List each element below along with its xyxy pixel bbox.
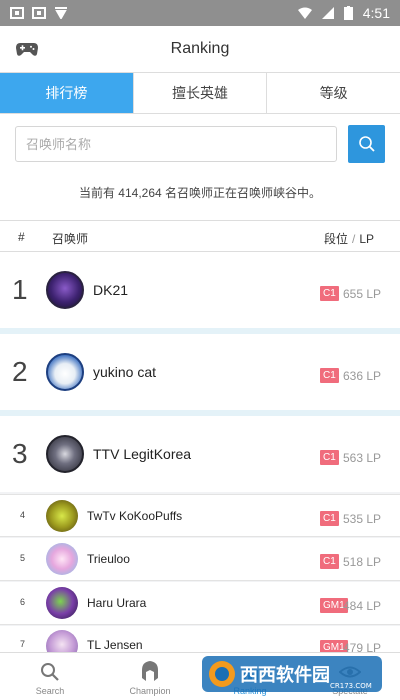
lp-value: 518 LP [343, 555, 382, 569]
search-button[interactable] [348, 125, 385, 163]
app-bar: Ranking [0, 26, 400, 72]
avatar [46, 587, 78, 619]
header-lp: LP [359, 232, 374, 246]
header-rank: # [18, 230, 25, 244]
summoner-name: TL Jensen [87, 638, 143, 652]
rank-number: 2 [12, 356, 28, 387]
ranking-row-1[interactable]: 1 DK21 C1 655 LP [0, 252, 400, 328]
lp-value: 636 LP [343, 369, 382, 383]
champion-helmet-icon [142, 661, 158, 681]
summoner-search-input[interactable] [15, 126, 337, 162]
signal-icon [321, 7, 334, 19]
rank-number: 6 [20, 597, 26, 607]
notification-icon-2 [32, 7, 46, 19]
tab-champion-specialists[interactable]: 擅长英雄 [134, 73, 268, 113]
ranking-row-4[interactable]: 4 TwTv KoKooPuffs C1 535 LP [0, 494, 400, 537]
tier-badge: C1 [320, 554, 339, 569]
avatar [46, 353, 84, 391]
summoner-name: TTV LegitKorea [93, 446, 192, 462]
header-tier: 段位 [323, 232, 348, 246]
ranking-table-header: # 召唤师 段位 / LP [0, 220, 400, 252]
avatar [46, 435, 84, 473]
notification-icon-1 [10, 7, 24, 19]
tier-badge: C1 [320, 286, 339, 301]
rank-number: 7 [20, 639, 26, 649]
nav-champion-label: Champion [129, 686, 171, 696]
tab-level[interactable]: 等级 [267, 73, 400, 113]
summoner-name: Haru Urara [87, 596, 147, 610]
rank-number: 1 [12, 274, 28, 305]
player-count-summary: 当前有 414,264 名召唤师正在召唤师峡谷中。 [78, 186, 322, 200]
status-bar: 4:51 [0, 0, 400, 26]
rank-number: 5 [20, 553, 26, 563]
watermark-subtext: CR173.COM [330, 682, 372, 690]
nav-search[interactable]: Search [0, 653, 100, 700]
ranking-row-3[interactable]: 3 TTV LegitKorea C1 563 LP [0, 416, 400, 492]
lp-value: 484 LP [343, 599, 382, 613]
status-notification-icons [10, 7, 68, 19]
watermark-text: 西西软件园 [240, 664, 330, 686]
summoner-name: TwTv KoKooPuffs [87, 509, 183, 523]
search-icon [358, 136, 375, 152]
summoner-name: yukino cat [93, 364, 157, 380]
lp-value: 479 LP [343, 641, 382, 652]
page-title: Ranking [170, 40, 230, 57]
avatar [46, 630, 78, 652]
rank-number: 4 [20, 510, 26, 520]
tier-badge: C1 [320, 368, 339, 383]
lp-value: 655 LP [343, 287, 382, 301]
ranking-row-6[interactable]: 6 Haru Urara GM1 484 LP [0, 582, 400, 625]
tier-badge: C1 [320, 450, 339, 465]
wifi-icon [297, 7, 312, 19]
summoner-name: Trieuloo [87, 552, 130, 566]
nav-champion[interactable]: Champion [100, 653, 200, 700]
search-icon [41, 663, 59, 681]
header-tier-lp: 段位 / LP [323, 232, 374, 246]
ranking-list: 1 DK21 C1 655 LP 2 yukino cat C1 636 LP … [0, 252, 400, 652]
summoner-name: DK21 [93, 282, 129, 298]
battery-icon [343, 6, 353, 20]
ranking-row-7[interactable]: 7 TL Jensen GM1 479 LP [0, 626, 400, 652]
tab-bar: 排行榜 擅长英雄 等级 [0, 72, 400, 114]
header-summoner: 召唤师 [52, 232, 89, 246]
lp-value: 535 LP [343, 512, 382, 526]
site-watermark-logo: 西西软件园 CR173.COM [202, 656, 382, 692]
status-time: 4:51 [362, 5, 390, 21]
ranking-row-5[interactable]: 5 Trieuloo C1 518 LP [0, 538, 400, 581]
avatar [46, 543, 78, 575]
lp-value: 563 LP [343, 451, 382, 465]
tier-badge: C1 [320, 511, 339, 526]
nav-search-label: Search [35, 686, 65, 696]
tab-leaderboard[interactable]: 排行榜 [0, 73, 134, 113]
avatar [46, 500, 78, 532]
rank-number: 3 [12, 438, 28, 469]
download-icon [55, 7, 67, 19]
ranking-row-2[interactable]: 2 yukino cat C1 636 LP [0, 334, 400, 410]
gamepad-icon[interactable] [15, 38, 39, 60]
search-section: 当前有 414,264 名召唤师正在召唤师峡谷中。 [0, 114, 400, 220]
avatar [46, 271, 84, 309]
